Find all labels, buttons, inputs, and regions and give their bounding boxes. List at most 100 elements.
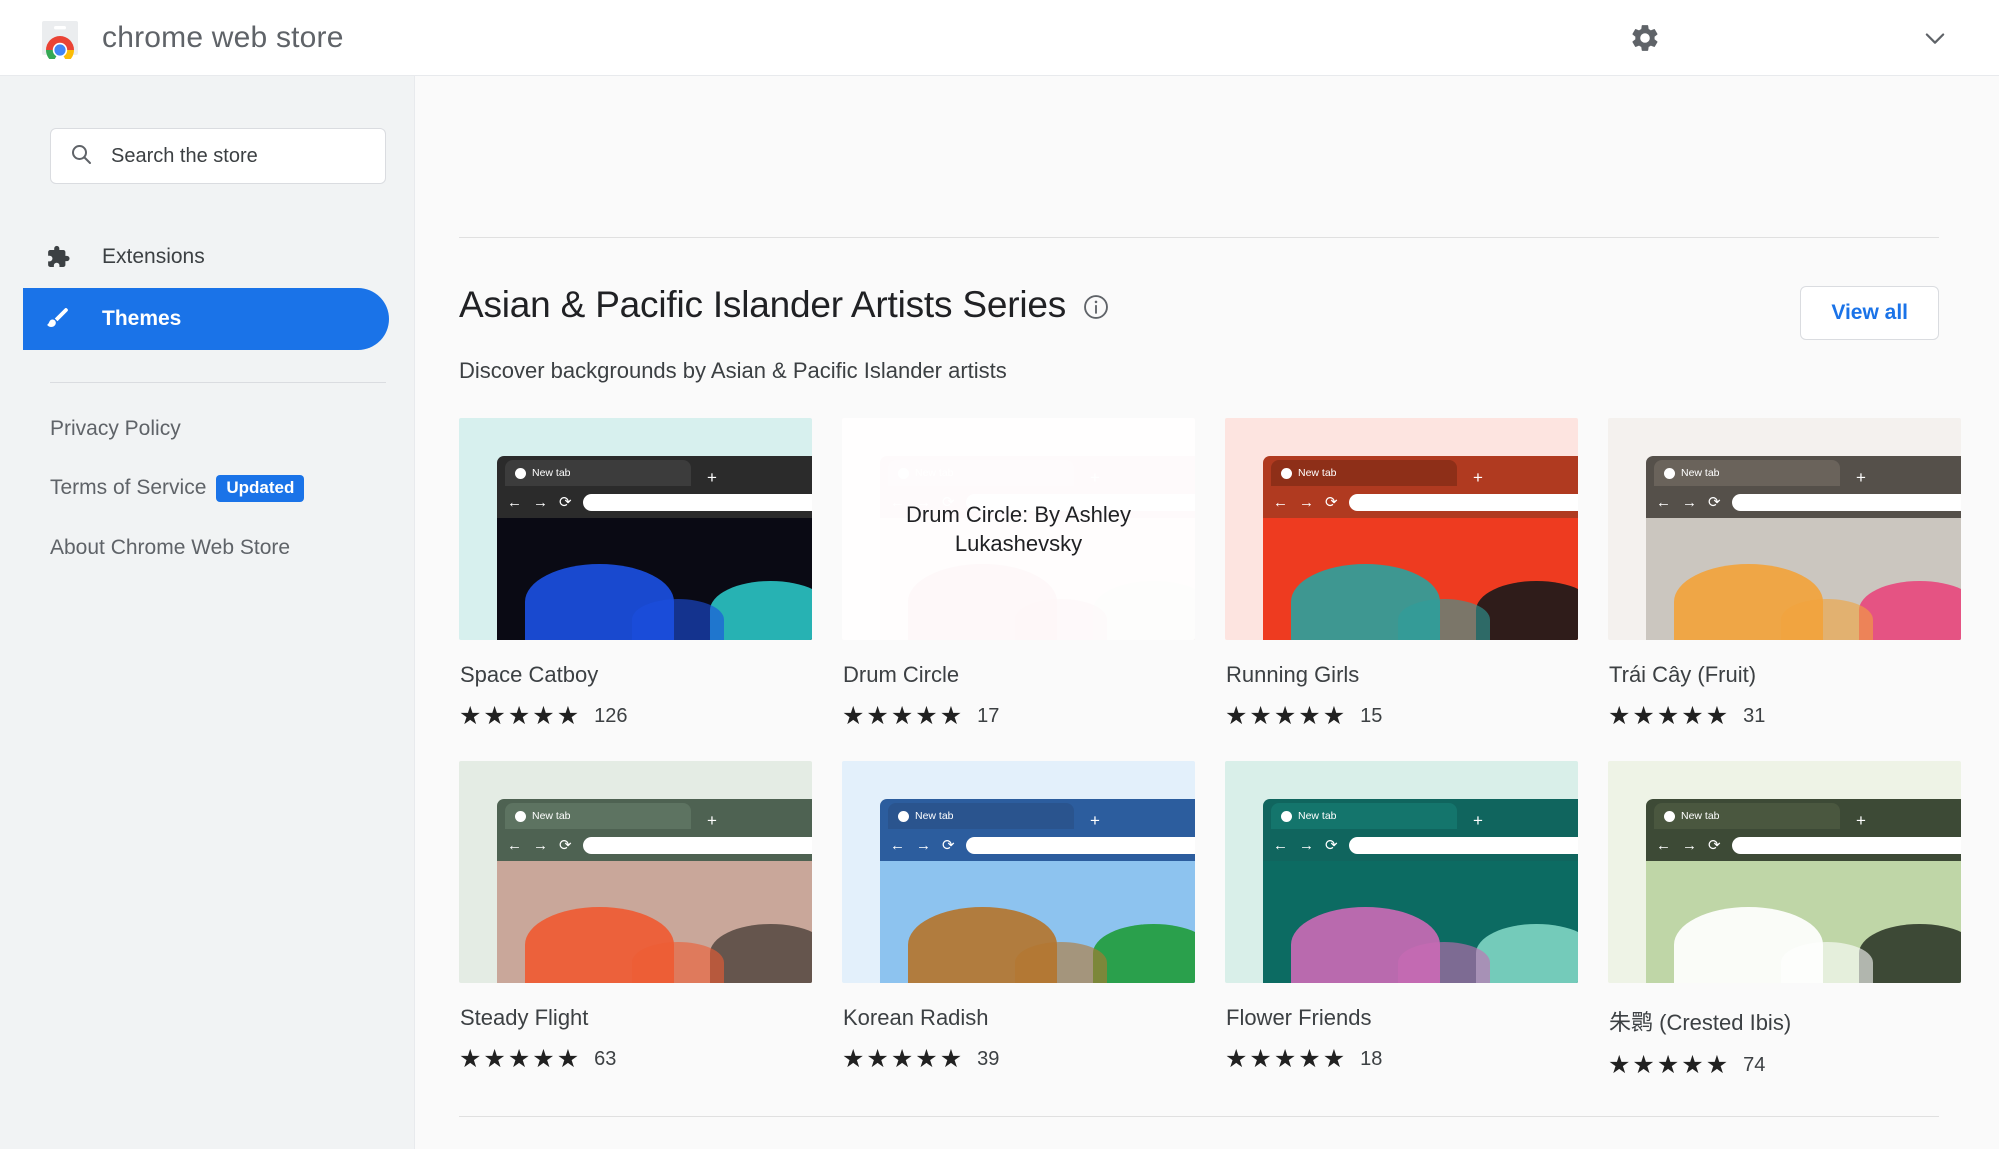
link-label: Privacy Policy	[50, 417, 181, 440]
forward-arrow-icon: →	[533, 836, 548, 854]
star-icon: ★	[915, 702, 938, 730]
gear-icon[interactable]	[1625, 18, 1665, 58]
page-title: Asian & Pacific Islander Artists Series	[459, 284, 1067, 325]
theme-card[interactable]: New tab + ← → ⟳ Trái Cây (Fruit) ★ ★ ★ ★ ★ 31	[1608, 418, 1961, 729]
theme-card[interactable]: New tab + ← → ⟳ 朱鹮 (Crested Ibis) ★ ★ ★ ★ ★ 74	[1608, 761, 1961, 1078]
theme-card[interactable]: New tab + ← → ⟳ Korean Radish ★ ★ ★ ★ ★ 39	[842, 761, 1195, 1078]
preview-tab-favicon	[1281, 810, 1292, 822]
theme-thumbnail[interactable]: Drum Circle: By Ashley LukashevskyNew ta…	[842, 418, 1195, 640]
star-icon: ★	[939, 1045, 963, 1073]
link-label: Terms of Service	[50, 476, 207, 500]
rating-count: 15	[1360, 705, 1383, 727]
preview-address-bar	[1348, 836, 1578, 854]
theme-card[interactable]: New tab + ← → ⟳ Running Girls ★ ★ ★ ★ ★ 15	[1225, 418, 1578, 729]
rating: ★ ★ ★ ★ ★ 74	[1608, 1053, 1961, 1078]
search-box[interactable]	[50, 128, 386, 184]
theme-thumbnail[interactable]: New tab + ← → ⟳	[459, 761, 812, 983]
theme-thumbnail[interactable]: New tab + ← → ⟳	[459, 418, 812, 640]
preview-tab-label: New tab	[532, 810, 571, 822]
star-rating: ★ ★ ★ ★ ★	[842, 704, 962, 729]
preview-tab-label: New tab	[1681, 810, 1720, 822]
theme-thumbnail[interactable]: New tab + ← → ⟳	[1225, 418, 1578, 640]
preview-tab-favicon	[1281, 467, 1292, 479]
sidebar-item-themes[interactable]: Themes	[23, 288, 389, 350]
preview-toolbar: ← → ⟳	[880, 829, 1195, 861]
chrome-web-store-logo	[40, 17, 80, 62]
search-input[interactable]	[111, 144, 367, 168]
puzzle-piece-icon	[42, 242, 72, 272]
preview-new-tab-icon: +	[1473, 468, 1483, 487]
forward-arrow-icon: →	[533, 493, 548, 511]
back-arrow-icon: ←	[1273, 836, 1288, 854]
rating-count: 31	[1743, 705, 1766, 727]
brand[interactable]: chrome web store	[40, 17, 344, 62]
preview-tab: New tab	[888, 803, 1074, 829]
search-icon	[69, 142, 93, 171]
back-arrow-icon: ←	[507, 493, 522, 511]
rating: ★ ★ ★ ★ ★ 126	[459, 704, 812, 729]
preview-new-tab-icon: +	[1473, 811, 1483, 830]
star-icon: ★	[1249, 1045, 1272, 1073]
star-icon: ★	[1298, 702, 1321, 730]
star-icon: ★	[556, 702, 580, 730]
theme-card[interactable]: New tab + ← → ⟳ Steady Flight ★ ★ ★ ★ ★ 63	[459, 761, 812, 1078]
preview-tabstrip: New tab +	[1263, 799, 1578, 829]
preview-artwork	[1646, 518, 1961, 640]
theme-card[interactable]: New tab + ← → ⟳ Space Catboy ★ ★ ★ ★ ★ 126	[459, 418, 812, 729]
theme-title: Trái Cây (Fruit)	[1609, 662, 1757, 687]
preview-artwork	[497, 861, 812, 983]
star-icon: ★	[1632, 702, 1655, 730]
theme-card[interactable]: New tab + ← → ⟳ Flower Friends ★ ★ ★ ★ ★ 18	[1225, 761, 1578, 1078]
sidebar-item-extensions[interactable]: Extensions	[23, 226, 389, 288]
link-privacy-policy[interactable]: Privacy Policy	[50, 417, 414, 441]
reload-icon: ⟳	[559, 836, 572, 854]
star-icon: ★	[939, 702, 963, 730]
thumbnail-caption: Drum Circle: By Ashley Lukashevsky	[906, 501, 1131, 556]
star-icon: ★	[866, 702, 889, 730]
theme-title: Running Girls	[1226, 662, 1360, 687]
star-icon: ★	[915, 1045, 938, 1073]
rating-count: 18	[1360, 1048, 1383, 1070]
star-rating: ★ ★ ★ ★ ★	[1225, 1047, 1345, 1072]
back-arrow-icon: ←	[1273, 493, 1288, 511]
reload-icon: ⟳	[1325, 493, 1338, 511]
main-content: Asian & Pacific Islander Artists Series …	[415, 76, 1999, 1149]
preview-tab-favicon	[1664, 467, 1675, 479]
rating-count: 63	[594, 1048, 617, 1070]
link-terms-of-service[interactable]: Terms of Service Updated	[50, 475, 414, 502]
preview-tabstrip: New tab +	[497, 799, 812, 829]
rating-count: 17	[977, 705, 1000, 727]
sidebar-item-label: Extensions	[102, 245, 205, 268]
info-icon[interactable]	[1082, 293, 1110, 321]
theme-title: Drum Circle	[843, 662, 960, 687]
theme-thumbnail[interactable]: New tab + ← → ⟳	[842, 761, 1195, 983]
star-icon: ★	[866, 1045, 889, 1073]
theme-thumbnail[interactable]: New tab + ← → ⟳	[1608, 761, 1961, 983]
paintbrush-icon	[42, 304, 72, 334]
theme-card[interactable]: Drum Circle: By Ashley LukashevskyNew ta…	[842, 418, 1195, 729]
app-title: chrome web store	[102, 20, 344, 54]
preview-tab: New tab	[1654, 803, 1840, 829]
preview-address-bar	[965, 836, 1195, 854]
preview-tabstrip: New tab +	[497, 456, 812, 486]
star-icon: ★	[1322, 702, 1346, 730]
preview-address-bar	[582, 493, 812, 511]
chevron-down-icon[interactable]	[1915, 18, 1955, 58]
theme-title: Space Catboy	[460, 662, 599, 687]
theme-card-grid: New tab + ← → ⟳ Space Catboy ★ ★ ★ ★ ★ 126 Drum Circ…	[459, 418, 1961, 1078]
theme-thumbnail[interactable]: New tab + ← → ⟳	[1608, 418, 1961, 640]
preview-tab-favicon	[1664, 810, 1675, 822]
preview-new-tab-icon: +	[1856, 811, 1866, 830]
preview-tab: New tab	[1271, 803, 1457, 829]
preview-address-bar	[1348, 493, 1578, 511]
preview-tab-favicon	[898, 810, 909, 822]
sidebar-nav: Extensions Themes	[0, 226, 414, 350]
theme-thumbnail[interactable]: New tab + ← → ⟳	[1225, 761, 1578, 983]
star-icon: ★	[1225, 1045, 1248, 1073]
browser-preview: New tab + ← → ⟳	[497, 799, 812, 983]
star-icon: ★	[1249, 702, 1272, 730]
link-about-chrome-web-store[interactable]: About Chrome Web Store	[50, 536, 414, 560]
view-all-button[interactable]: View all	[1800, 286, 1939, 340]
preview-artwork	[1263, 861, 1578, 983]
back-arrow-icon: ←	[1656, 836, 1671, 854]
